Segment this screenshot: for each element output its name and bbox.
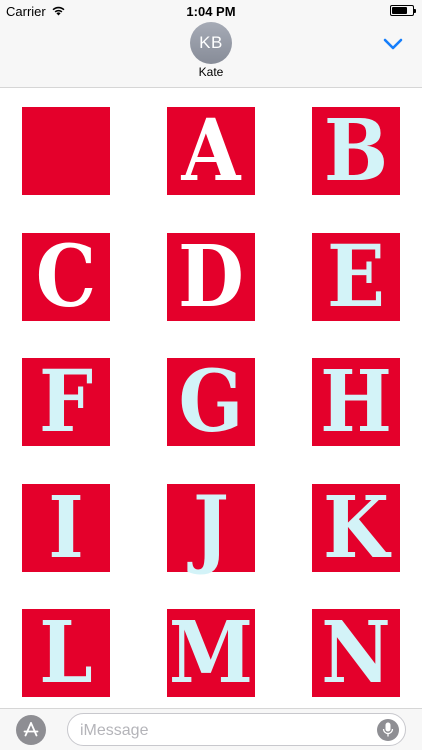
- dictation-button[interactable]: [377, 718, 399, 742]
- sticker-tile[interactable]: N: [312, 609, 400, 697]
- sticker-tile[interactable]: K: [312, 484, 400, 572]
- collapse-button[interactable]: [382, 36, 404, 52]
- apps-button[interactable]: [16, 715, 46, 745]
- sticker-tile[interactable]: F: [22, 358, 110, 446]
- sticker-tile[interactable]: B: [312, 107, 400, 195]
- sticker-letter: L: [39, 602, 93, 703]
- sticker-tile[interactable]: E: [312, 233, 400, 321]
- sticker-letter: F: [39, 351, 93, 452]
- sticker-tile[interactable]: [22, 107, 110, 195]
- sticker-tile[interactable]: G: [167, 358, 255, 446]
- clock: 1:04 PM: [186, 4, 236, 19]
- sticker-letter: I: [48, 477, 84, 578]
- microphone-icon: [377, 719, 399, 741]
- sticker-grid: A B C D E F G H I J K L M N: [0, 88, 422, 708]
- sticker-letter: D: [178, 226, 244, 327]
- sticker-letter: G: [178, 351, 244, 452]
- message-input[interactable]: iMessage: [67, 713, 406, 746]
- sticker-tile[interactable]: J: [167, 484, 255, 572]
- sticker-letter: J: [193, 477, 229, 578]
- sticker-letter: K: [322, 477, 390, 578]
- message-placeholder: iMessage: [80, 722, 149, 739]
- sticker-tile[interactable]: L: [22, 609, 110, 697]
- status-right: [390, 5, 416, 16]
- sticker-tile[interactable]: I: [22, 484, 110, 572]
- sticker-letter: A: [181, 100, 241, 201]
- sticker-letter: M: [168, 602, 254, 703]
- sticker-letter: E: [327, 226, 385, 327]
- conversation-header: KB Kate: [0, 22, 422, 88]
- sticker-letter: C: [35, 226, 97, 327]
- sticker-tile[interactable]: D: [167, 233, 255, 321]
- chevron-down-icon: [383, 38, 403, 50]
- sticker-tile[interactable]: A: [167, 107, 255, 195]
- contact-name[interactable]: Kate: [0, 65, 422, 79]
- sticker-tile[interactable]: C: [22, 233, 110, 321]
- avatar[interactable]: KB: [190, 22, 232, 64]
- message-input-bar: iMessage: [0, 708, 422, 750]
- sticker-tile[interactable]: M: [167, 609, 255, 697]
- sticker-letter: H: [320, 351, 392, 452]
- battery-icon: [390, 5, 416, 16]
- sticker-tile[interactable]: H: [312, 358, 400, 446]
- sticker-letter: N: [321, 602, 391, 703]
- sticker-letter: B: [323, 100, 389, 201]
- status-bar: Carrier 1:04 PM: [0, 0, 422, 22]
- app-store-icon: [23, 722, 39, 737]
